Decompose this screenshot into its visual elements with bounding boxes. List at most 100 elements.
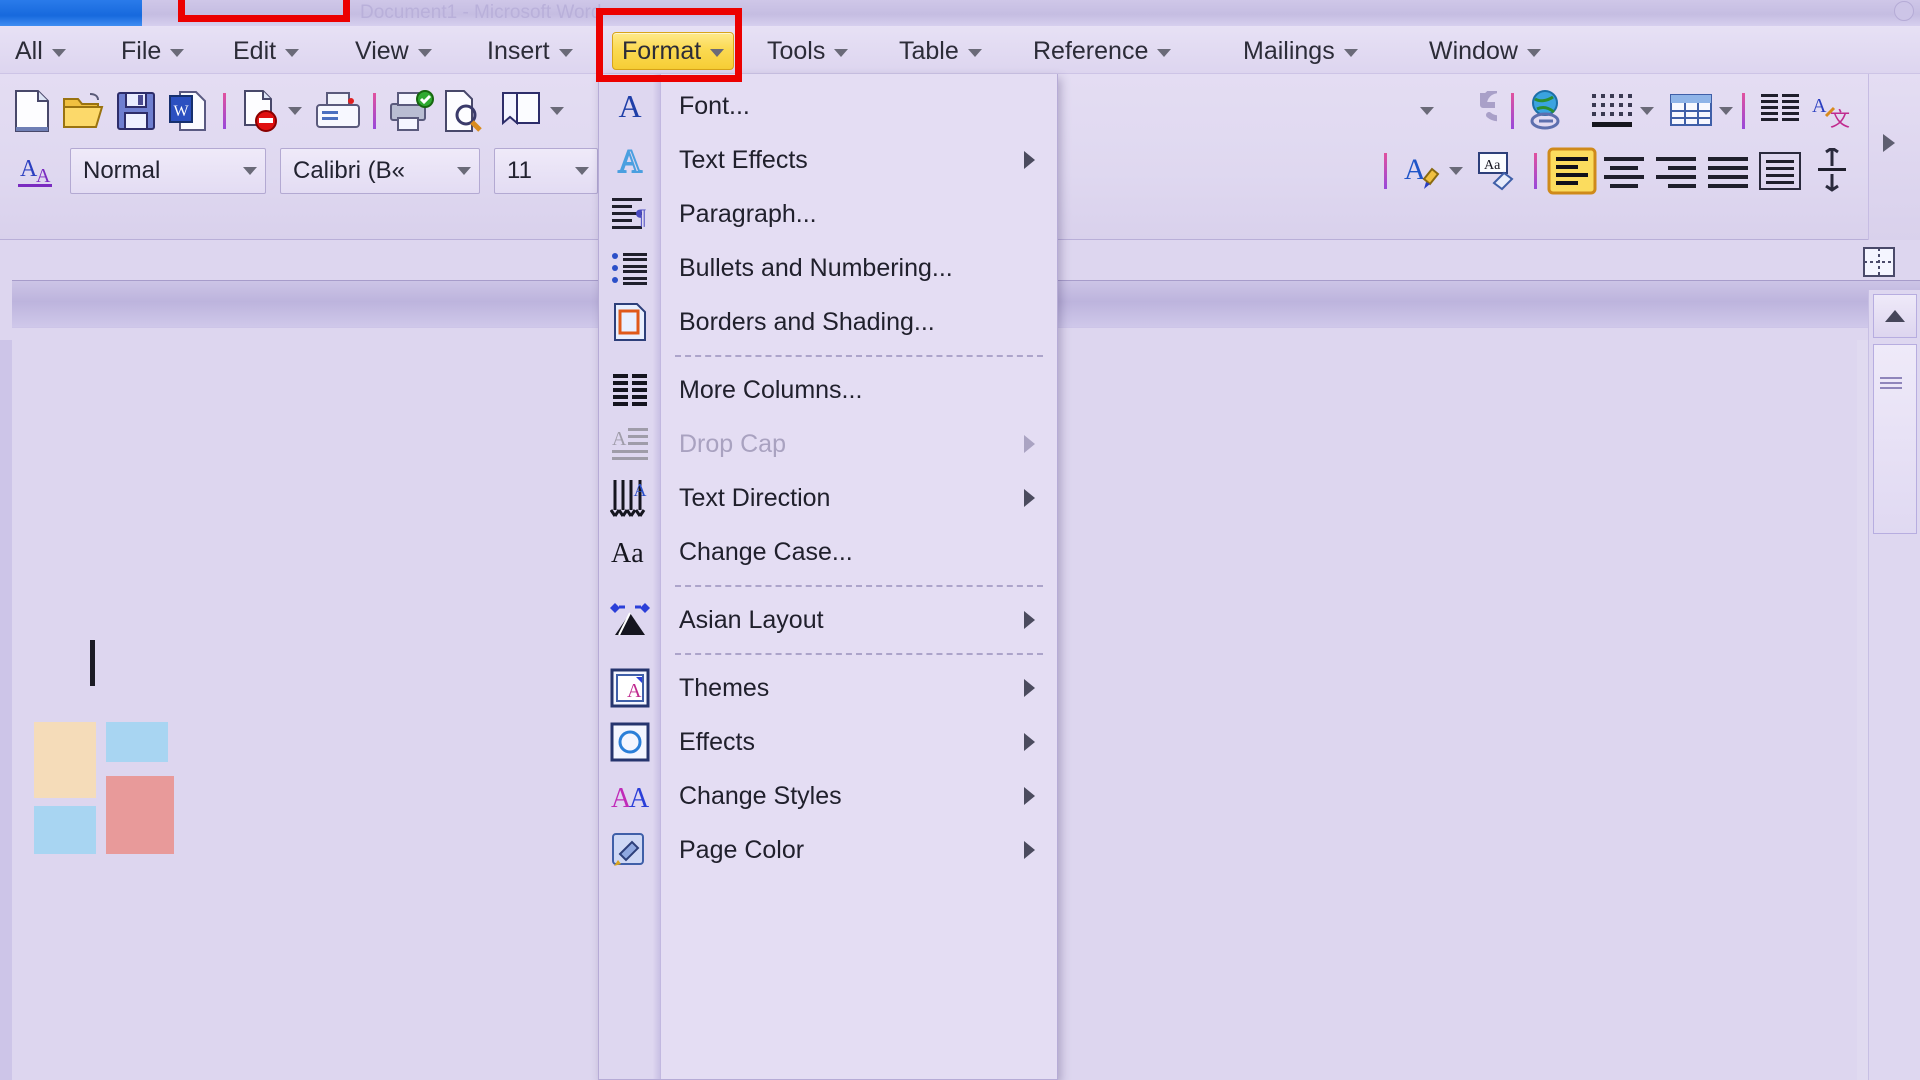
new-document-icon[interactable] [6,85,58,137]
menu-item-text-effects[interactable]: A Text Effects [599,133,1057,187]
menu-item-effects[interactable]: Effects [599,715,1057,769]
chevron-down-icon[interactable] [288,107,302,115]
menu-item-reference[interactable]: Reference [1024,32,1180,70]
chevron-down-icon [417,49,432,57]
align-justify-icon[interactable] [1702,145,1754,197]
menu-item-mailings[interactable]: Mailings [1234,32,1367,70]
chevron-down-icon[interactable] [1719,107,1733,115]
print-check-icon[interactable] [385,85,437,137]
chevron-down-icon[interactable] [1420,107,1434,115]
svg-text:A: A [612,428,627,450]
text-highlight-icon[interactable]: A [1396,145,1448,197]
insert-table-icon[interactable] [1666,85,1718,137]
word-document-icon[interactable]: W [162,85,214,137]
svg-text:W: W [173,103,189,120]
menu-item-page-color[interactable]: Page Color [599,823,1057,877]
menu-item-tools[interactable]: Tools [758,32,857,70]
chevron-down-icon [558,49,573,57]
format-dropdown-menu[interactable]: A Font... A Text Effects ¶ Paragraph... [598,74,1058,1080]
open-folder-icon[interactable] [58,85,110,137]
menu-item-label: Bullets and Numbering... [679,253,953,282]
columns-icon[interactable] [1754,85,1806,137]
bookmark-icon[interactable] [497,85,549,137]
ruler-left-gap [0,280,12,328]
chevron-down-icon[interactable] [550,107,564,115]
svg-text:A: A [629,783,650,814]
line-spacing-icon[interactable] [1754,145,1806,197]
menu-item-more-columns[interactable]: More Columns... [599,363,1057,417]
fax-icon[interactable] [312,85,364,137]
effects-icon [599,715,661,769]
menu-item-text-direction[interactable]: A Text Direction [599,471,1057,525]
menu-item-table[interactable]: Table [890,32,991,70]
menu-item-window[interactable]: Window [1420,32,1550,70]
menu-item-view[interactable]: View [346,32,441,70]
help-circle-icon[interactable] [1894,1,1914,21]
chevron-down-icon [170,49,185,57]
title-active-tab[interactable] [0,0,142,26]
document-map-icon[interactable] [1862,246,1898,280]
chevron-down-icon[interactable] [1449,167,1463,175]
font-size-combo[interactable]: 11 [494,148,598,194]
translate-icon[interactable]: A文 [1806,85,1858,137]
menu-item-borders-and-shading[interactable]: Borders and Shading... [599,295,1057,349]
text-effects-icon: A [599,133,661,187]
format-painter-aa-icon[interactable]: AA [10,145,62,197]
clear-formatting-icon[interactable]: Aa [1473,145,1525,197]
menu-item-change-styles[interactable]: AA Change Styles [599,769,1057,823]
chevron-down-icon [967,49,982,57]
hyperlink-globe-icon[interactable] [1523,85,1575,137]
menu-separator [675,653,1043,655]
menu-item-label: Borders and Shading... [679,307,935,336]
toolbar-separator [1384,153,1387,189]
asian-layout-icon [599,593,661,647]
table-grid-icon[interactable] [1587,85,1639,137]
chevron-down-icon[interactable] [1640,107,1654,115]
vertical-scrollbar[interactable] [1868,290,1920,1080]
chevron-down-icon[interactable] [457,167,471,175]
style-combo[interactable]: Normal [70,148,266,194]
permission-deny-icon[interactable] [235,85,287,137]
toolbar-separator [1511,93,1514,129]
menu-item-label: Paragraph... [679,199,817,228]
toolbar-separator [1534,153,1537,189]
menu-item-asian-layout[interactable]: Asian Layout [599,593,1057,647]
menu-item-format[interactable]: Format [612,32,735,70]
menu-item-edit[interactable]: Edit [224,32,308,70]
color-swatch [106,722,168,762]
menu-item-change-case[interactable]: Aa Change Case... [599,525,1057,579]
chevron-down-icon [710,49,725,57]
align-left-icon[interactable] [1546,145,1598,197]
font-combo-value: Calibri (B« [293,157,406,184]
menu-item-file[interactable]: File [112,32,193,70]
menu-item-font[interactable]: A Font... [599,79,1057,133]
menu-item-label: Change Case... [679,537,853,566]
menu-item-label: Themes [679,673,770,702]
menu-item-paragraph[interactable]: ¶ Paragraph... [599,187,1057,241]
menu-item-bullets-and-numbering[interactable]: Bullets and Numbering... [599,241,1057,295]
align-right-icon[interactable] [1650,145,1702,197]
print-preview-icon[interactable] [437,85,489,137]
toolbar-overflow-strip[interactable] [1868,74,1920,240]
menu-item-all[interactable]: All [6,32,75,70]
themes-icon: A [599,661,661,715]
menu-item-drop-cap[interactable]: A Drop Cap [599,417,1057,471]
svg-text:¶: ¶ [636,204,646,229]
menu-item-themes[interactable]: A Themes [599,661,1057,715]
toolbar-separator [373,93,376,129]
scrollbar-thumb[interactable] [1873,344,1917,534]
undo-icon[interactable] [1450,85,1502,137]
svg-text:A: A [618,88,641,124]
chevron-right-icon[interactable] [1883,134,1895,152]
submenu-arrow-icon [1024,435,1035,453]
svg-text:Aa: Aa [611,538,644,569]
save-disk-icon[interactable] [110,85,162,137]
font-combo[interactable]: Calibri (B« [280,148,480,194]
scroll-up-button[interactable] [1873,294,1917,338]
menu-label: Mailings [1243,36,1335,65]
menu-item-insert[interactable]: Insert [478,32,582,70]
chevron-down-icon[interactable] [575,167,589,175]
align-center-icon[interactable] [1598,145,1650,197]
chevron-down-icon[interactable] [243,167,257,175]
paragraph-spacing-icon[interactable] [1806,145,1858,197]
